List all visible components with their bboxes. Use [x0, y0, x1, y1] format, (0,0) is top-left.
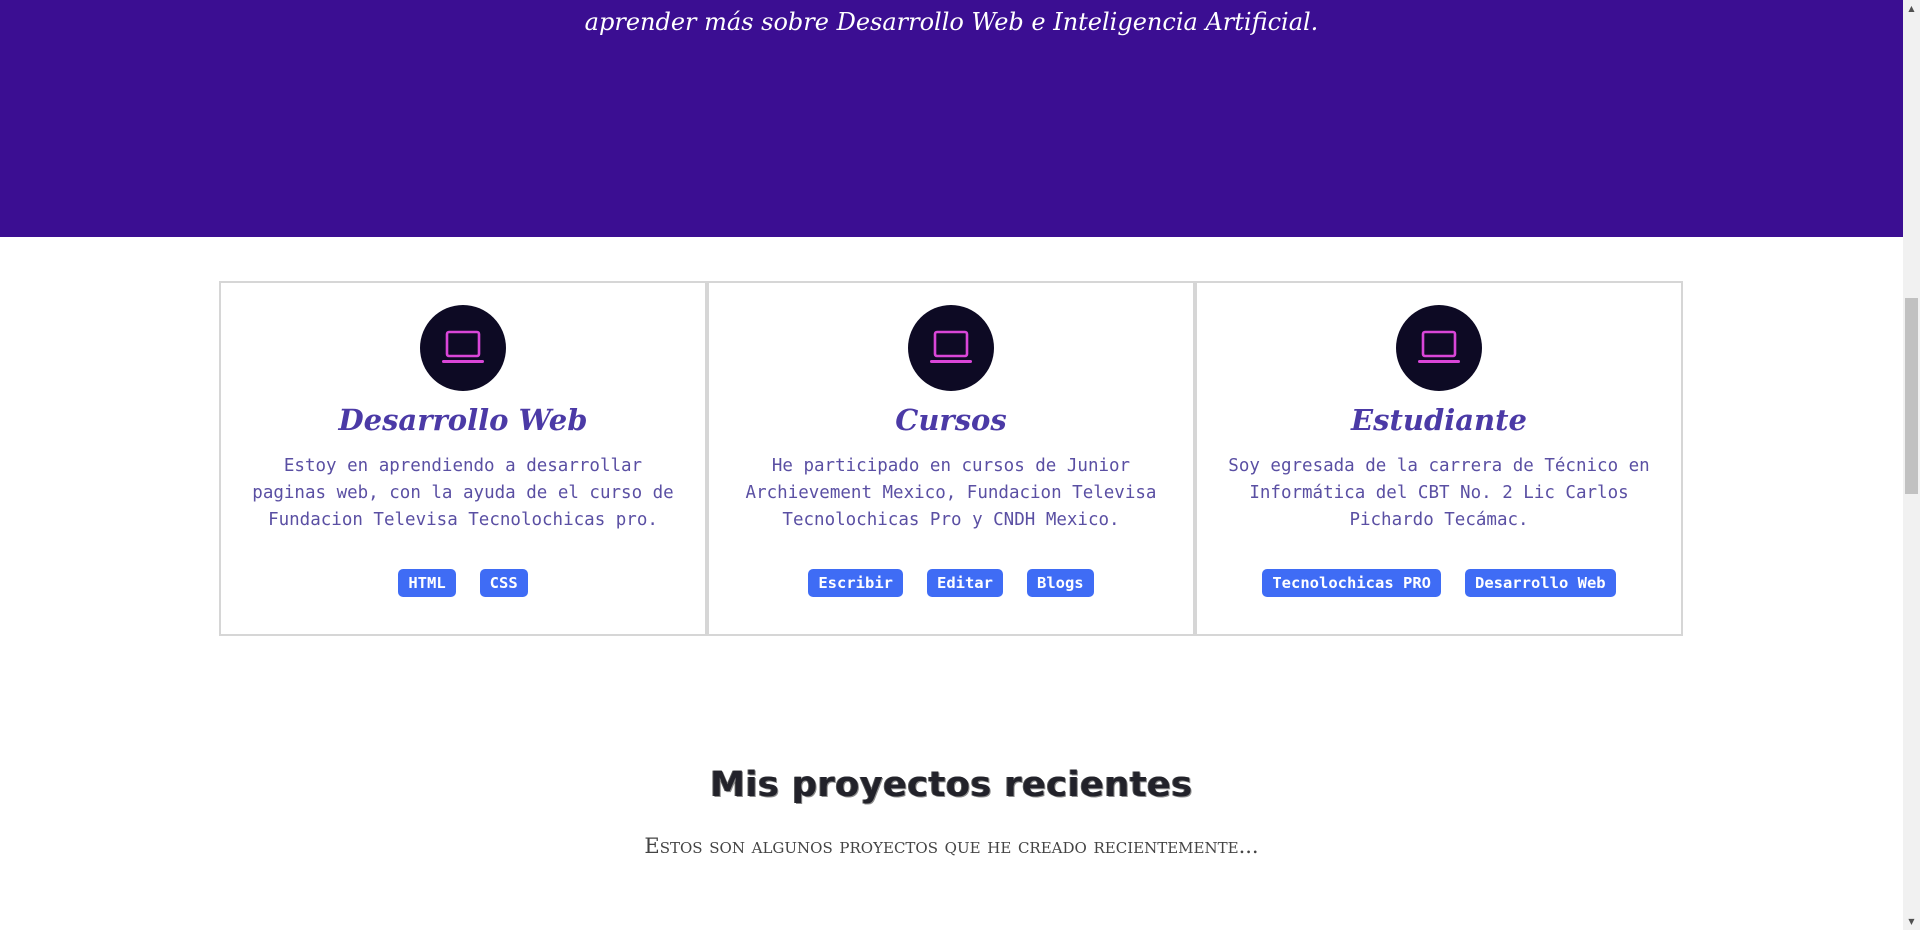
hero-section: aprender más sobre Desarrollo Web e Inte…: [0, 0, 1903, 237]
tag-list: Tecnolochicas PRO Desarrollo Web: [1197, 569, 1681, 597]
tag-css[interactable]: CSS: [479, 569, 528, 597]
laptop-icon: [1396, 305, 1482, 391]
card-cursos: Cursos He participado en cursos de Junio…: [707, 281, 1195, 636]
card-text: Estoy en aprendiendo a desarrollar pagin…: [252, 456, 674, 530]
laptop-icon: [420, 305, 506, 391]
tag-list: Escribir Editar Blogs: [709, 569, 1193, 597]
skills-cards: Desarrollo Web Estoy en aprendiendo a de…: [219, 281, 1684, 636]
card-text: Soy egresada de la carrera de Técnico en…: [1228, 456, 1650, 530]
card-text: He participado en cursos de Junior Archi…: [745, 456, 1157, 530]
tag-list: HTML CSS: [221, 569, 705, 597]
scrollbar-thumb[interactable]: [1905, 298, 1918, 494]
vertical-scrollbar[interactable]: ▲ ▼: [1903, 0, 1920, 930]
tag-tecnolochicas-pro[interactable]: Tecnolochicas PRO: [1262, 569, 1441, 597]
card-desarrollo-web: Desarrollo Web Estoy en aprendiendo a de…: [219, 281, 707, 636]
card-title: Cursos: [895, 403, 1007, 437]
projects-title: Mis proyectos recientes: [710, 765, 1193, 805]
hero-text: aprender más sobre Desarrollo Web e Inte…: [584, 8, 1319, 36]
scroll-up-arrow-icon[interactable]: ▲: [1903, 0, 1920, 17]
tag-blogs[interactable]: Blogs: [1026, 569, 1094, 597]
scroll-down-arrow-icon[interactable]: ▼: [1903, 913, 1920, 930]
tag-desarrollo-web[interactable]: Desarrollo Web: [1464, 569, 1616, 597]
page: aprender más sobre Desarrollo Web e Inte…: [0, 0, 1903, 930]
card-estudiante: Estudiante Soy egresada de la carrera de…: [1195, 281, 1683, 636]
tag-escribir[interactable]: Escribir: [808, 569, 903, 597]
tag-editar[interactable]: Editar: [926, 569, 1003, 597]
card-title: Estudiante: [1351, 403, 1527, 437]
laptop-icon: [908, 305, 994, 391]
tag-html[interactable]: HTML: [398, 569, 456, 597]
card-title: Desarrollo Web: [338, 403, 588, 437]
projects-subtitle: Estos son algunos proyectos que he cread…: [644, 834, 1259, 858]
